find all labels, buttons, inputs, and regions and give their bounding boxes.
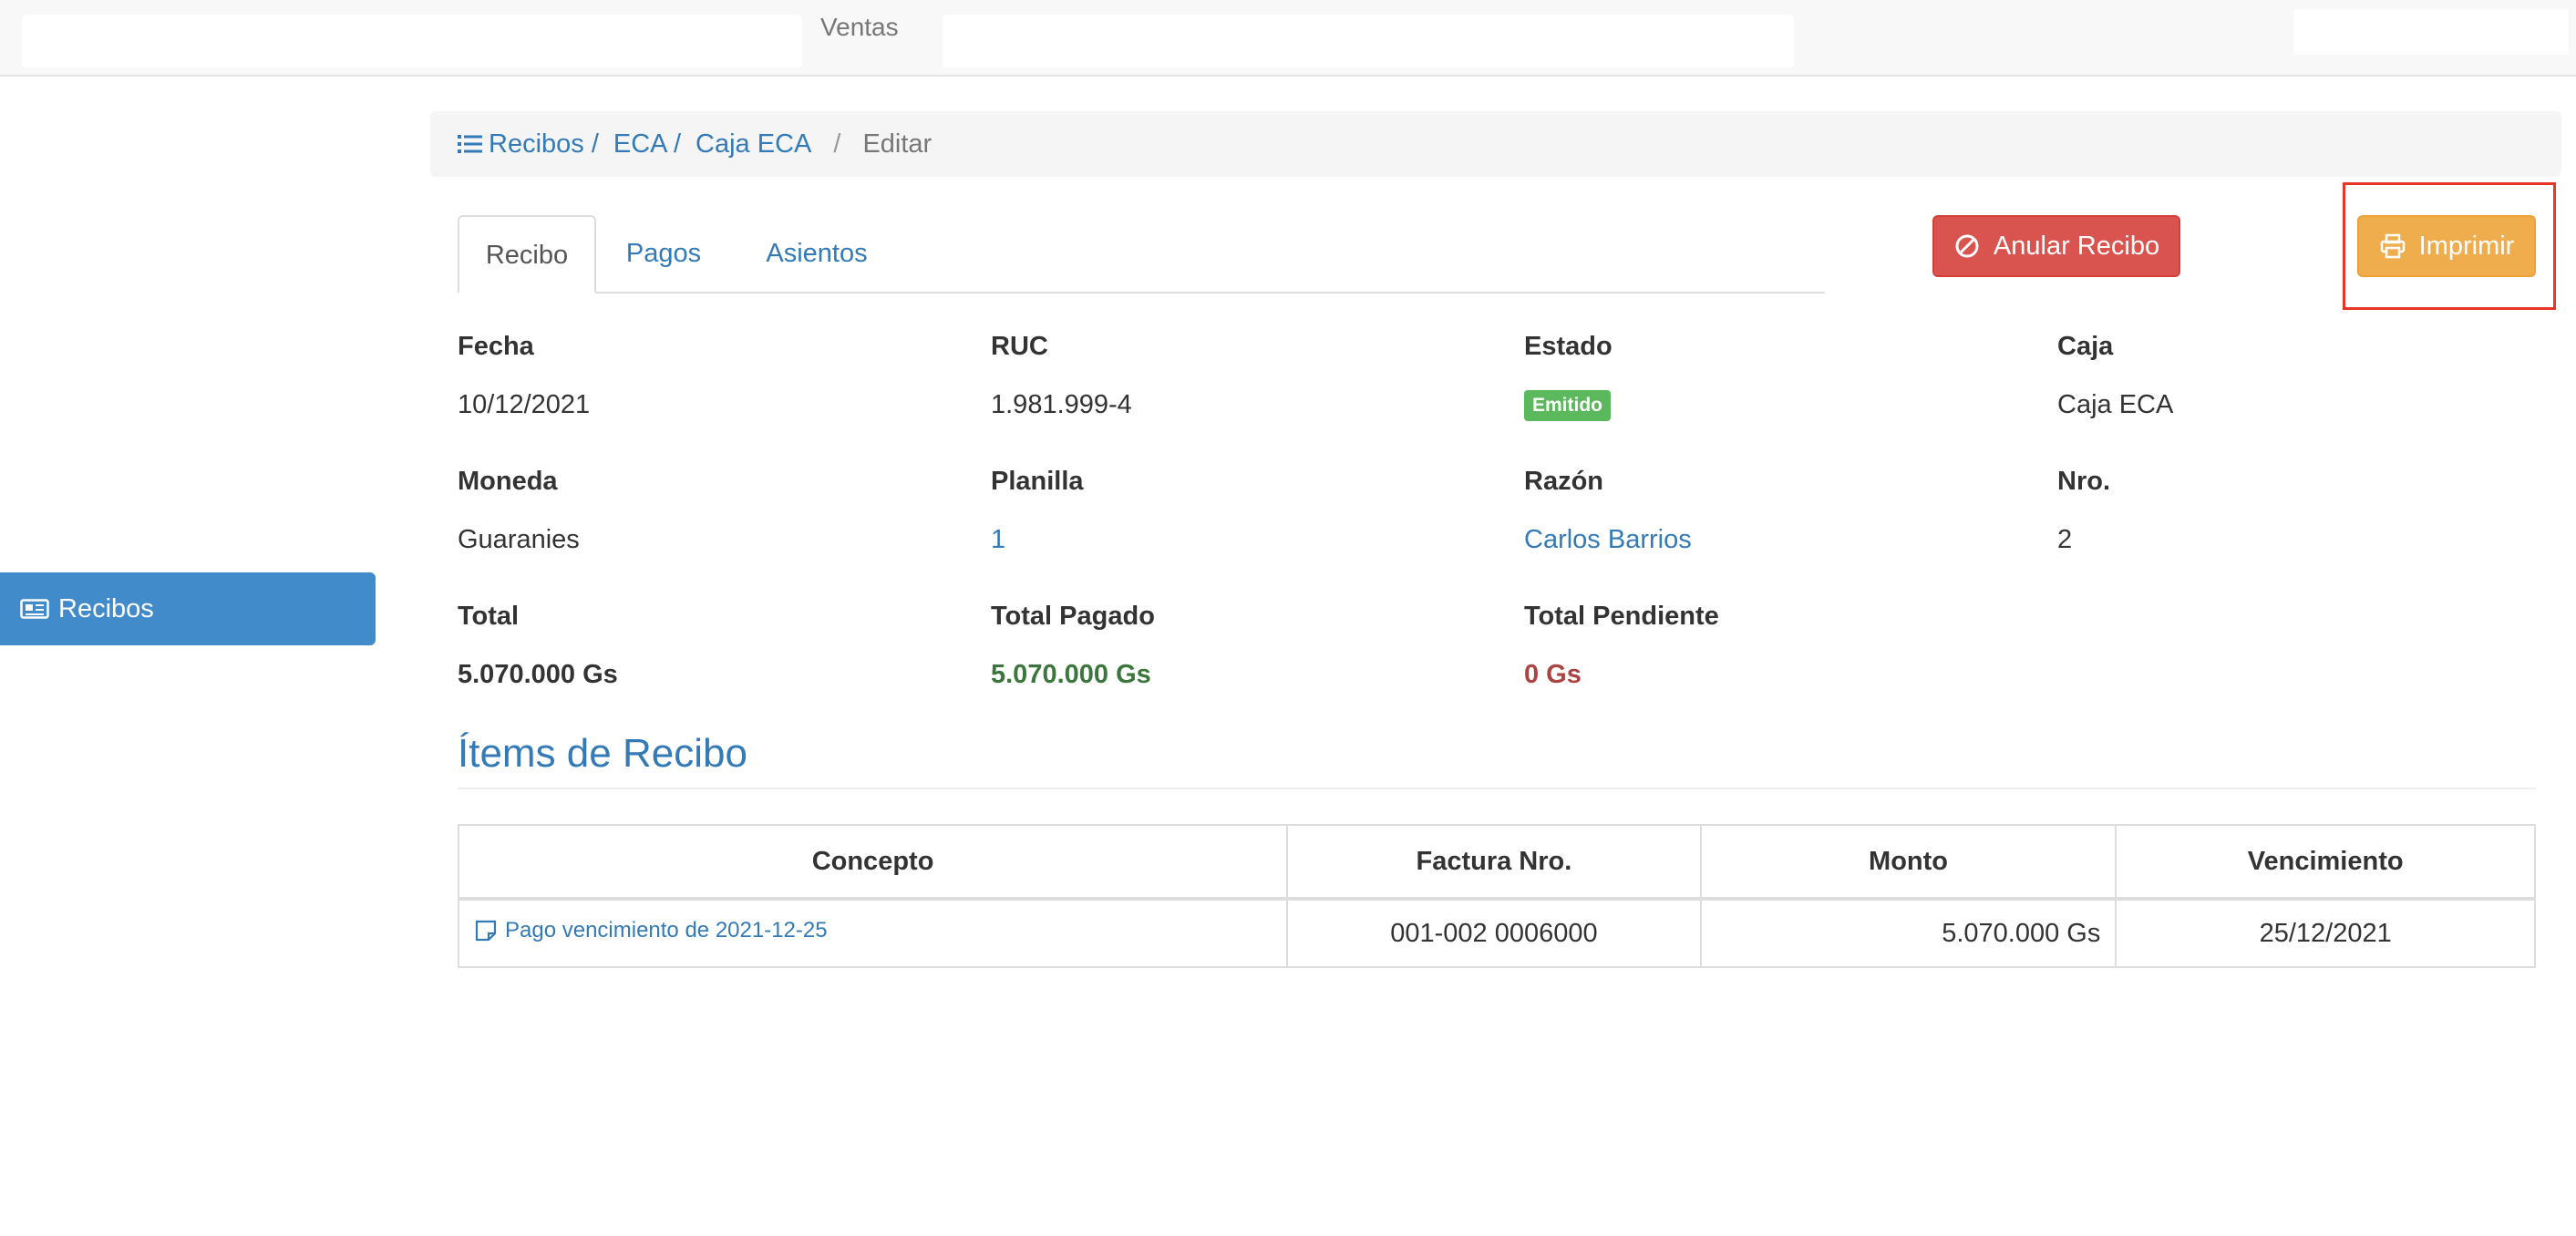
nro-label: Nro. <box>2057 467 2110 496</box>
tab-asientos[interactable]: Asientos <box>737 215 897 292</box>
section-divider <box>458 788 2536 789</box>
planilla-link[interactable]: 1 <box>991 525 1005 555</box>
total-value: 5.070.000 Gs <box>458 660 618 689</box>
column-header-vencimiento: Vencimiento <box>2115 824 2536 901</box>
tab-pagos[interactable]: Pagos <box>618 215 709 292</box>
status-badge: Emitido <box>1524 390 1611 421</box>
fecha-label: Fecha <box>458 332 534 361</box>
tab-recibo[interactable]: Recibo <box>458 215 596 294</box>
note-icon <box>474 919 498 942</box>
caja-label: Caja <box>2057 332 2114 361</box>
ruc-label: RUC <box>991 332 1048 361</box>
annul-receipt-button[interactable]: Anular Recibo <box>1932 215 2180 277</box>
breadcrumb-separator: / <box>833 129 841 159</box>
sidebar-item-recibos[interactable]: Recibos <box>0 572 376 645</box>
top-navbar: Ventas <box>0 0 2576 77</box>
column-header-monto: Monto <box>1699 824 2117 901</box>
factura-cell: 001-002 0006000 <box>1286 898 1702 968</box>
navbar-placeholder-right <box>2293 9 2569 55</box>
items-table: Concepto Factura Nro. Monto Vencimiento … <box>457 824 2536 968</box>
tab-bar: Recibo Pagos Asientos <box>458 215 1825 294</box>
concepto-cell: Pago vencimiento de 2021-12-25 <box>457 898 1289 968</box>
table-header-row: Concepto Factura Nro. Monto Vencimiento <box>457 824 2536 901</box>
total-pagado-label: Total Pagado <box>991 602 1155 631</box>
breadcrumb-recibos[interactable]: Recibos / <box>489 129 599 160</box>
total-label: Total <box>458 602 520 631</box>
sidebar-item-label: Recibos <box>58 593 154 623</box>
items-section-title: Ítems de Recibo <box>458 731 747 776</box>
print-button-highlight <box>2343 182 2556 310</box>
vencimiento-cell: 25/12/2021 <box>2115 898 2536 968</box>
nro-value: 2 <box>2057 525 2073 554</box>
breadcrumb-caja-eca[interactable]: Caja ECA <box>696 129 811 160</box>
column-header-factura: Factura Nro. <box>1286 824 1702 901</box>
moneda-value: Guaranies <box>458 525 580 554</box>
ruc-value: 1.981.999-4 <box>991 390 1132 419</box>
navbar-placeholder-left <box>22 15 802 67</box>
razon-link[interactable]: Carlos Barrios <box>1524 525 1692 555</box>
list-icon <box>458 133 483 155</box>
total-pagado-value: 5.070.000 Gs <box>991 660 1151 689</box>
concepto-text: Pago vencimiento de 2021-12-25 <box>505 917 828 942</box>
monto-cell: 5.070.000 Gs <box>1699 898 2117 968</box>
table-row: Pago vencimiento de 2021-12-25 001-002 0… <box>457 898 2536 968</box>
ban-icon <box>1953 232 1981 260</box>
concepto-link[interactable]: Pago vencimiento de 2021-12-25 <box>474 918 828 943</box>
breadcrumb-eca[interactable]: ECA / <box>613 129 681 160</box>
column-header-concepto: Concepto <box>457 824 1289 901</box>
caja-value: Caja ECA <box>2057 390 2174 419</box>
razon-label: Razón <box>1524 467 1603 496</box>
breadcrumb-current: Editar <box>862 129 933 159</box>
planilla-label: Planilla <box>991 467 1084 496</box>
navbar-placeholder-center <box>943 15 1794 67</box>
total-pendiente-label: Total Pendiente <box>1524 602 1719 631</box>
navbar-brand[interactable]: Ventas <box>820 13 899 42</box>
estado-label: Estado <box>1524 332 1613 361</box>
newspaper-icon <box>20 598 49 620</box>
annul-receipt-label: Anular Recibo <box>1993 231 2160 261</box>
breadcrumb: Recibos / ECA / Caja ECA / Editar <box>430 111 2561 177</box>
moneda-label: Moneda <box>458 467 558 496</box>
fecha-value: 10/12/2021 <box>458 390 591 419</box>
total-pendiente-value: 0 Gs <box>1524 660 1582 689</box>
